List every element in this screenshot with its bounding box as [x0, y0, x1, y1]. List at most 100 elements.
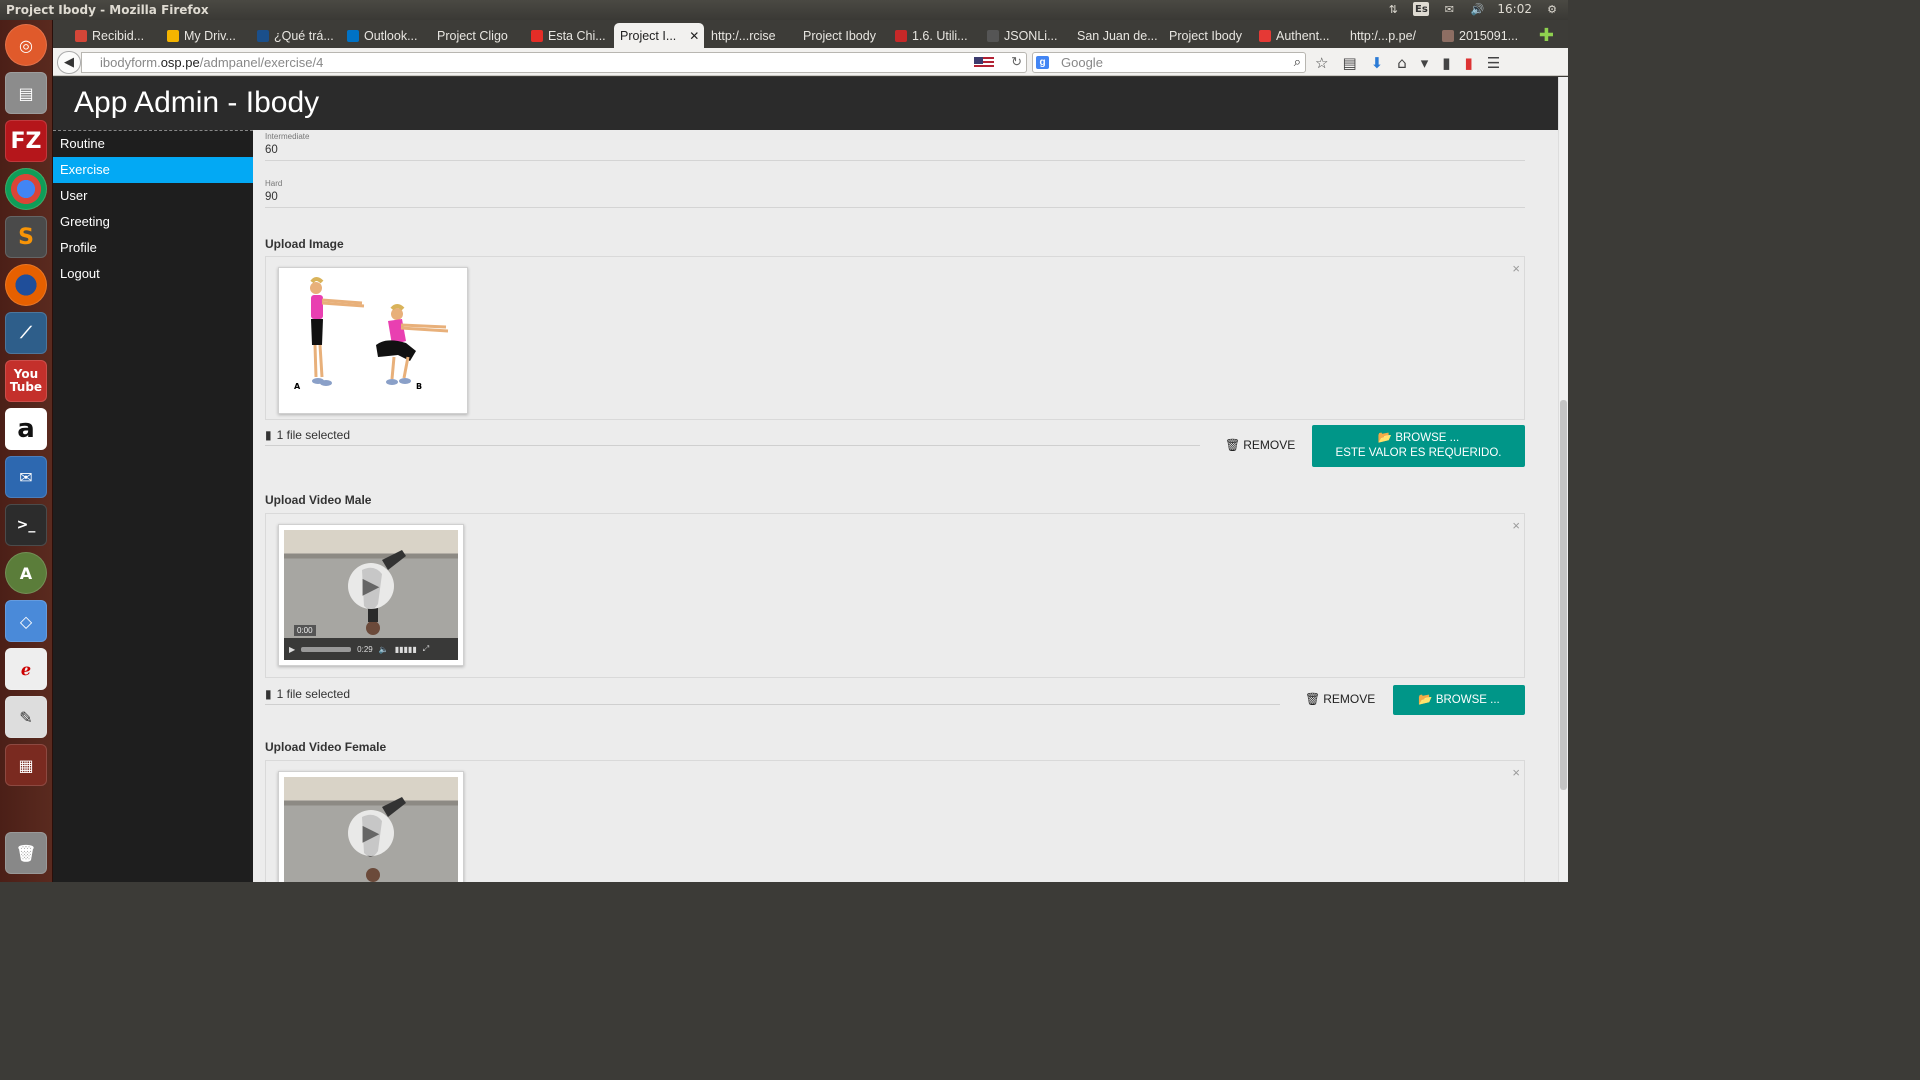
- mail-icon[interactable]: ✉: [1441, 2, 1457, 16]
- reload-icon[interactable]: ↻: [1011, 54, 1022, 70]
- image-icon: [1442, 29, 1454, 42]
- url-bar[interactable]: ibodyform.osp.pe/admpanel/exercise/4 ↻: [81, 52, 1027, 73]
- drive-icon: [167, 29, 179, 42]
- ubuntu-dash-icon[interactable]: ◎: [5, 24, 47, 66]
- remove-image-button[interactable]: 🗑 REMOVE: [1225, 438, 1295, 452]
- reading-list-icon[interactable]: ▤: [1342, 54, 1356, 72]
- back-button[interactable]: ◀: [57, 51, 81, 74]
- close-icon[interactable]: ×: [1512, 518, 1520, 533]
- network-icon[interactable]: ⇅: [1385, 2, 1401, 16]
- chrome-icon[interactable]: [5, 168, 47, 210]
- trash-icon[interactable]: 🗑: [5, 832, 47, 874]
- close-icon[interactable]: ×: [1512, 261, 1520, 276]
- video-duration: 0:29: [357, 644, 373, 654]
- amazon-icon[interactable]: a: [5, 408, 47, 450]
- image-file-input[interactable]: ▮ 1 file selected: [265, 424, 1200, 446]
- file-status: 1 file selected: [276, 686, 350, 701]
- addon-icon[interactable]: ▾: [1421, 54, 1429, 72]
- keyboard-layout-indicator[interactable]: Es: [1413, 2, 1430, 16]
- scrollbar-thumb[interactable]: [1560, 400, 1567, 790]
- new-tab-icon[interactable]: ✚: [1539, 25, 1554, 46]
- workspace-switcher-icon[interactable]: ▦: [5, 744, 47, 786]
- hard-field[interactable]: Hard 90: [265, 179, 1525, 208]
- browse-image-button[interactable]: 📂 BROWSE ... ESTE VALOR ES REQUERIDO.: [1312, 425, 1525, 467]
- filezilla-icon[interactable]: FZ: [5, 120, 47, 162]
- remove-video-male-button[interactable]: 🗑 REMOVE: [1305, 692, 1375, 706]
- sublime-text-icon[interactable]: S: [5, 216, 47, 258]
- field-value[interactable]: 60: [265, 144, 1525, 156]
- tab[interactable]: Recibid...: [69, 23, 155, 48]
- play-icon[interactable]: ▶: [348, 810, 394, 856]
- video-male-file-input[interactable]: ▮ 1 file selected: [265, 683, 1280, 705]
- close-icon[interactable]: ×: [1512, 765, 1520, 780]
- tab[interactable]: JSONLi...: [981, 23, 1065, 48]
- video-player[interactable]: ▶ 0:00 ▶ 0:29 🔈 ▮▮▮▮▮ ⤢: [284, 530, 458, 660]
- label-a: A: [294, 382, 301, 391]
- tab[interactable]: Project Cligo: [431, 23, 519, 48]
- gmail-icon: [75, 29, 87, 42]
- intermediate-field[interactable]: Intermediate 60: [265, 132, 1525, 161]
- virtualbox-icon[interactable]: ◇: [5, 600, 47, 642]
- sidebar-item-exercise[interactable]: Exercise: [53, 157, 253, 183]
- google-icon[interactable]: g: [1036, 56, 1049, 69]
- software-updater-icon[interactable]: A: [5, 552, 47, 594]
- browse-video-male-button[interactable]: 📂 BROWSE ...: [1393, 685, 1525, 715]
- youtube-icon[interactable]: You Tube: [5, 360, 47, 402]
- squat-exercise-image: A B: [284, 273, 462, 403]
- search-icon[interactable]: ⌕: [1294, 54, 1301, 70]
- files-icon[interactable]: ▤: [5, 72, 47, 114]
- sidebar-item-greeting[interactable]: Greeting: [53, 209, 253, 235]
- clock[interactable]: 16:02: [1497, 2, 1532, 16]
- us-flag-icon[interactable]: [974, 57, 994, 69]
- site-icon: [1259, 29, 1271, 42]
- terminal-icon[interactable]: >_: [5, 504, 47, 546]
- sidebar-item-logout[interactable]: Logout: [53, 261, 253, 287]
- sidebar-item-user[interactable]: User: [53, 183, 253, 209]
- tab-active[interactable]: Project I... ✕: [614, 23, 704, 48]
- tab[interactable]: http:/...rcise: [705, 23, 791, 48]
- required-error: ESTE VALOR ES REQUERIDO.: [1335, 447, 1502, 459]
- fullscreen-icon[interactable]: ⤢: [423, 644, 429, 654]
- document-viewer-icon[interactable]: ℯ: [5, 648, 47, 690]
- tab[interactable]: http:/...p.pe/: [1344, 23, 1430, 48]
- thunderbird-icon[interactable]: ✉: [5, 456, 47, 498]
- app-header: App Admin - Ibody: [53, 77, 1558, 130]
- folder-open-icon: 📂: [1377, 432, 1393, 444]
- sidebar-item-profile[interactable]: Profile: [53, 235, 253, 261]
- tab[interactable]: Project Ibody: [797, 23, 885, 48]
- extension-icon[interactable]: ▮: [1465, 54, 1473, 72]
- extension-icon[interactable]: ▮: [1442, 54, 1450, 72]
- volume-slider[interactable]: ▮▮▮▮▮: [395, 645, 417, 654]
- progress-bar[interactable]: [301, 646, 352, 652]
- tab[interactable]: ¿Qué trá...: [251, 23, 337, 48]
- tab[interactable]: My Driv...: [161, 23, 245, 48]
- url-prefix: ibodyform.: [100, 55, 161, 70]
- tab[interactable]: 1.6. Utili...: [889, 23, 977, 48]
- mysql-workbench-icon[interactable]: ⟋: [5, 312, 47, 354]
- tab[interactable]: 2015091...: [1436, 23, 1522, 48]
- text-editor-icon[interactable]: ✎: [5, 696, 47, 738]
- image-thumbnail: A B: [278, 267, 468, 414]
- trash-icon: 🗑: [1225, 438, 1241, 452]
- tab[interactable]: San Juan de...: [1071, 23, 1159, 48]
- firefox-icon[interactable]: [5, 264, 47, 306]
- field-value[interactable]: 90: [265, 191, 1525, 203]
- tab[interactable]: Outlook...: [341, 23, 427, 48]
- menu-icon[interactable]: ☰: [1487, 54, 1500, 72]
- home-icon[interactable]: ⌂: [1397, 54, 1407, 72]
- bookmark-star-icon[interactable]: ☆: [1315, 54, 1328, 72]
- tab[interactable]: Esta Chi...: [525, 23, 609, 48]
- search-input[interactable]: g Google ⌕: [1032, 52, 1306, 73]
- play-icon[interactable]: ▶: [348, 563, 394, 609]
- tab[interactable]: Project Ibody: [1163, 23, 1249, 48]
- volume-icon[interactable]: 🔊: [1469, 2, 1485, 16]
- tab[interactable]: Authent...: [1253, 23, 1341, 48]
- video-player[interactable]: ▶: [284, 777, 458, 882]
- nav-bar: ◀ ibodyform.osp.pe/admpanel/exercise/4 ↻…: [53, 48, 1568, 76]
- gear-icon[interactable]: ⚙: [1544, 2, 1560, 16]
- download-icon[interactable]: ⬇: [1371, 54, 1384, 72]
- close-tab-icon[interactable]: ✕: [689, 29, 699, 43]
- sidebar-item-routine[interactable]: Routine: [53, 131, 253, 157]
- mute-icon[interactable]: 🔈: [379, 645, 389, 654]
- play-button-icon[interactable]: ▶: [289, 645, 295, 654]
